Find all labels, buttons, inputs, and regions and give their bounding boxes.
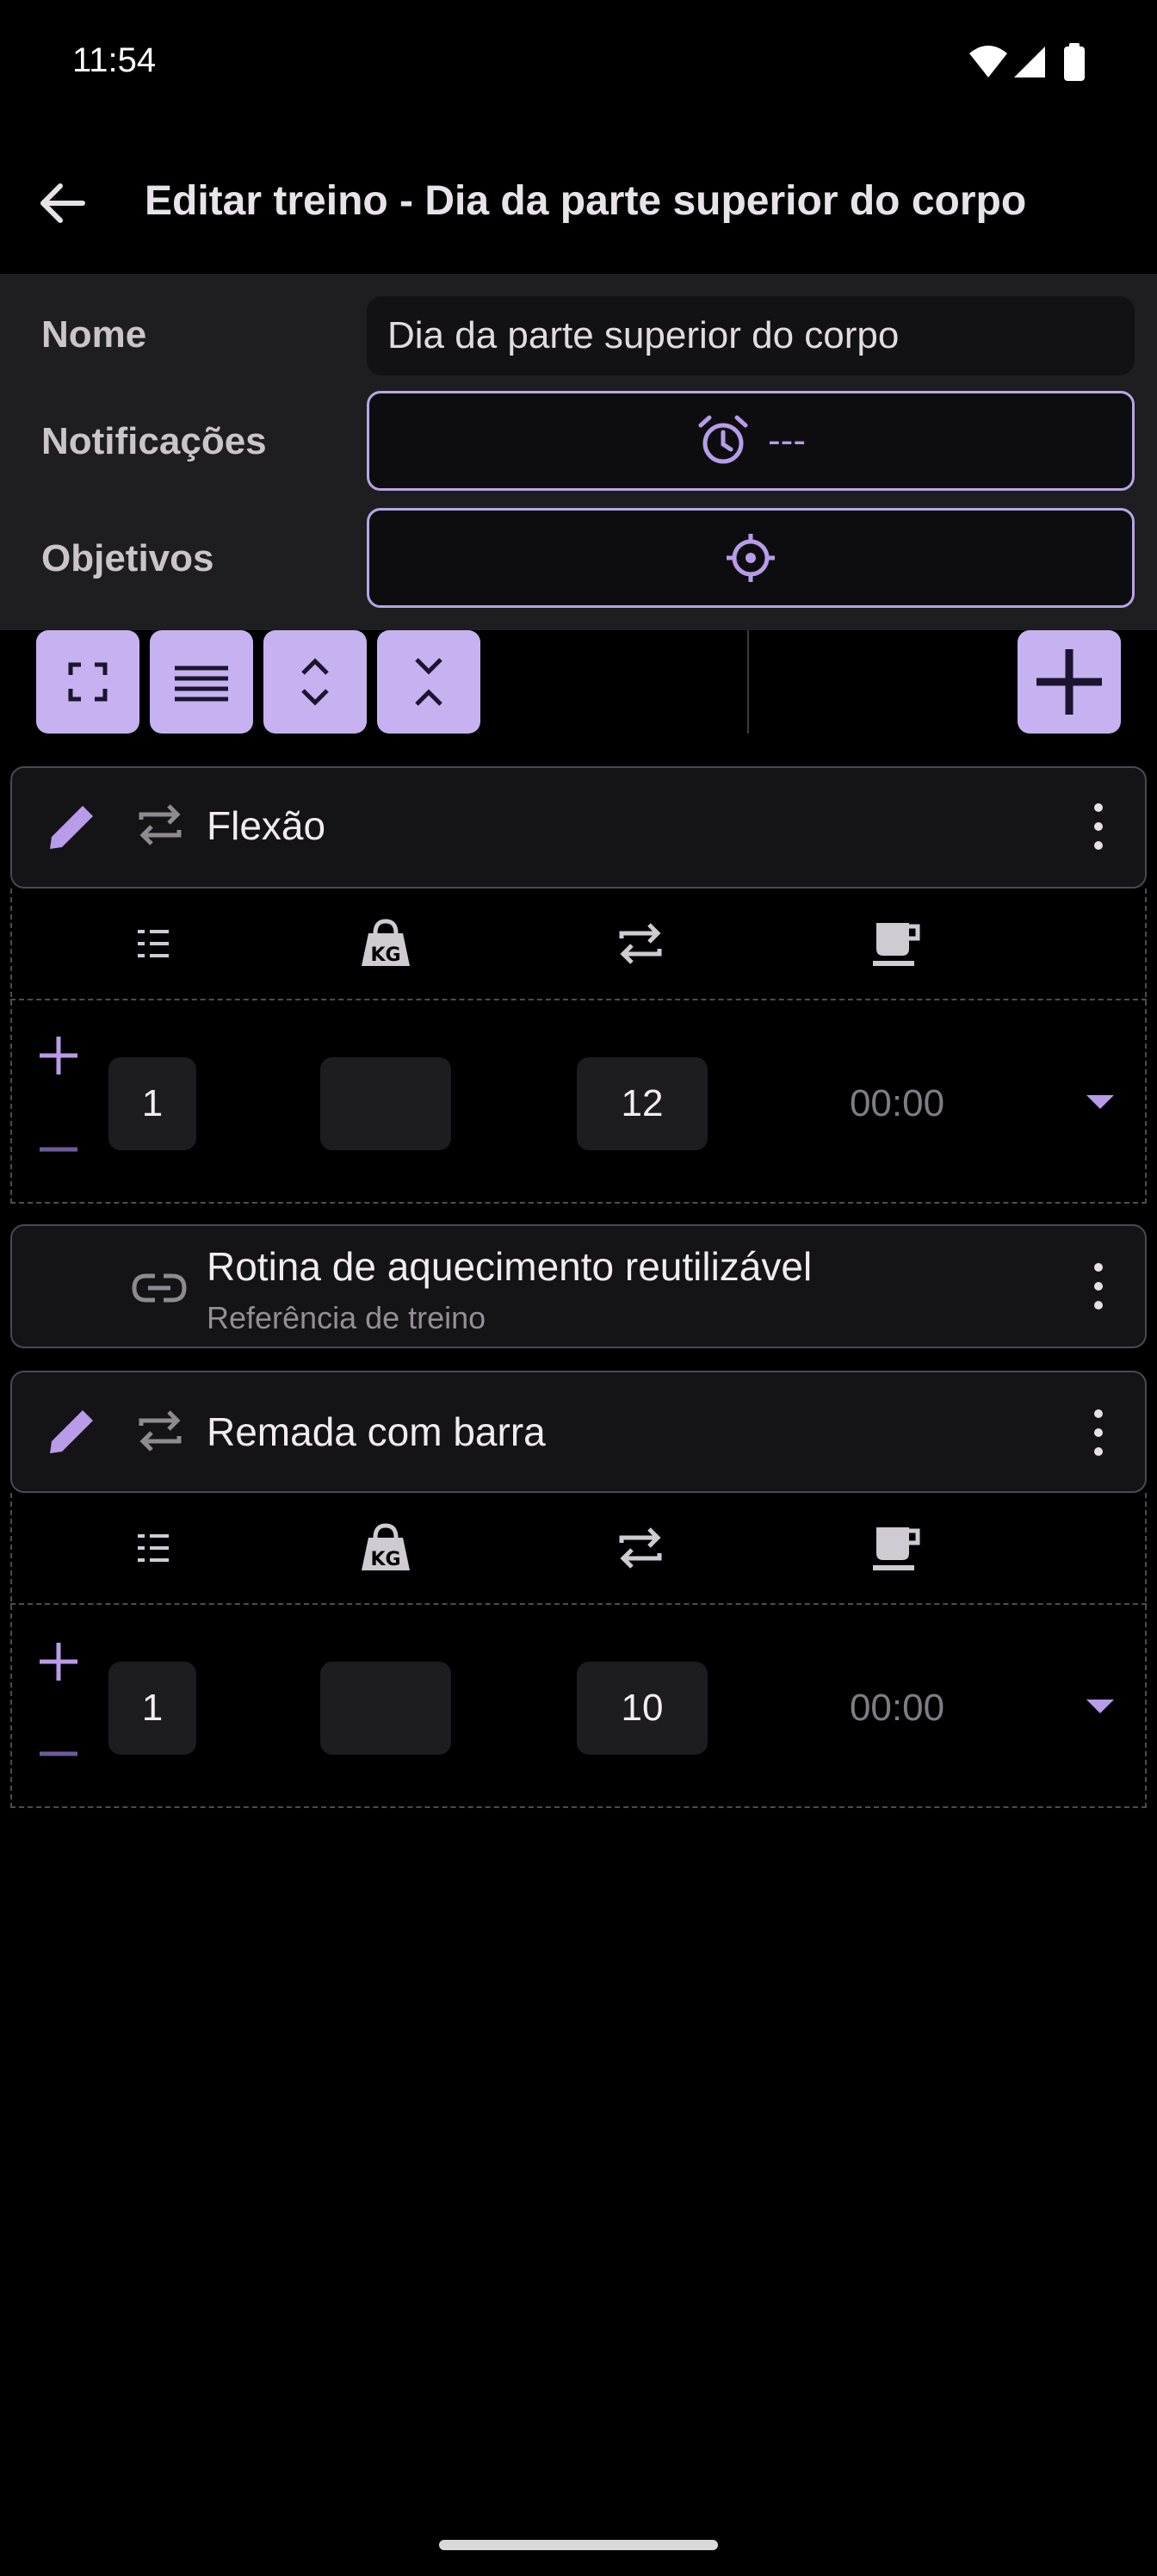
remove-set-icon[interactable]	[38, 1749, 79, 1758]
more-vert-icon[interactable]	[1088, 801, 1109, 852]
sets-divider	[10, 999, 1147, 1000]
notifications-button[interactable]: ---	[367, 391, 1135, 491]
exercise-sets-box	[10, 889, 1147, 1204]
add-button[interactable]	[1018, 630, 1121, 734]
goals-label: Objetivos	[41, 537, 214, 579]
svg-text:KG: KG	[370, 1549, 400, 1570]
rest-time[interactable]: 00:00	[811, 1662, 983, 1755]
reps-input[interactable]: 12	[577, 1057, 708, 1150]
fullscreen-icon	[68, 662, 108, 702]
menu-lines-icon	[175, 666, 228, 702]
add-set-icon[interactable]	[38, 1641, 79, 1682]
list-icon	[138, 930, 169, 957]
wifi-icon	[969, 46, 1007, 77]
dropdown-arrow-icon[interactable]	[1086, 1700, 1114, 1715]
more-vert-icon[interactable]	[1088, 1260, 1109, 1312]
repeat-mode-icon[interactable]	[134, 1405, 186, 1457]
collapse-all-button[interactable]	[377, 630, 480, 734]
plus-icon	[1036, 649, 1102, 715]
home-indicator[interactable]	[439, 2540, 718, 2550]
fullscreen-button[interactable]	[36, 630, 139, 734]
signal-icon	[1014, 46, 1045, 77]
coffee-cup-icon	[873, 1527, 920, 1570]
sets-divider	[10, 1603, 1147, 1605]
sets-input[interactable]: 1	[108, 1662, 196, 1755]
dropdown-arrow-icon[interactable]	[1086, 1095, 1114, 1111]
notifications-label: Notificações	[41, 420, 267, 462]
page-title: Editar treino - Dia da parte superior do…	[145, 178, 1027, 224]
weight-input[interactable]	[320, 1057, 451, 1150]
battery-icon	[1064, 43, 1085, 81]
link-icon	[132, 1273, 187, 1303]
coffee-cup-icon	[873, 923, 920, 966]
reps-input[interactable]: 10	[577, 1662, 708, 1755]
notifications-value: ---	[768, 419, 806, 461]
repeat-mode-icon[interactable]	[134, 799, 186, 851]
name-field[interactable]: Dia da parte superior do corpo	[367, 296, 1135, 375]
sets-input[interactable]: 1	[108, 1057, 196, 1150]
list-icon	[138, 1534, 169, 1562]
remove-set-icon[interactable]	[38, 1145, 79, 1154]
expand-icon	[301, 658, 329, 706]
target-crosshair-icon	[727, 534, 775, 582]
name-label: Nome	[41, 313, 147, 356]
toolbar-divider	[747, 630, 749, 734]
back-arrow-icon[interactable]	[34, 176, 90, 231]
expand-all-button[interactable]	[263, 630, 367, 734]
add-set-icon[interactable]	[38, 1035, 79, 1076]
edit-pencil-icon[interactable]	[43, 1402, 102, 1460]
kettlebell-kg-icon: KG	[362, 919, 410, 966]
goals-button[interactable]	[367, 508, 1135, 608]
collapse-icon	[415, 658, 442, 706]
repeat-icon	[619, 1527, 662, 1569]
reference-title: Rotina de aquecimento reutilizável	[207, 1244, 813, 1289]
repeat-icon	[619, 923, 662, 964]
reference-subtitle: Referência de treino	[207, 1300, 486, 1335]
list-view-button[interactable]	[150, 630, 253, 734]
weight-input[interactable]	[320, 1662, 451, 1755]
edit-pencil-icon[interactable]	[43, 797, 102, 856]
alarm-clock-icon	[698, 415, 748, 464]
status-time: 11:54	[72, 41, 157, 79]
exercise-name: Flexão	[207, 803, 326, 848]
rest-time[interactable]: 00:00	[811, 1057, 983, 1150]
svg-text:KG: KG	[370, 944, 400, 966]
exercise-sets-box	[10, 1493, 1147, 1808]
more-vert-icon[interactable]	[1088, 1407, 1109, 1458]
exercise-name: Remada com barra	[207, 1409, 546, 1454]
kettlebell-kg-icon: KG	[362, 1523, 410, 1570]
